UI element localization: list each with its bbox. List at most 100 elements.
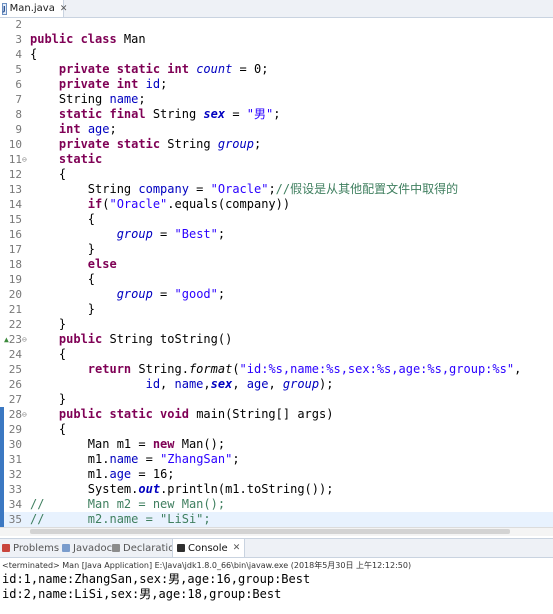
code-line[interactable]: 2 [0,17,553,32]
code-line[interactable]: 18 else [0,257,553,272]
code-text: } [30,392,66,407]
code-token: age [87,122,110,136]
code-line[interactable]: 16 group = "Best"; [0,227,553,242]
code-token: , [268,377,283,391]
tab-console[interactable]: Console ✕ [172,539,246,557]
code-token: ; [217,227,226,241]
code-line[interactable]: 32 m1.age = 16; [0,467,553,482]
code-token: } [30,392,67,406]
editor-tab-man-java[interactable]: J Man.java ✕ [0,0,67,17]
close-console-icon[interactable]: ✕ [233,543,241,553]
code-text: m1.age = 16; [30,467,175,482]
code-token: String [30,182,139,196]
code-token: // m2.name = "LiSi"; [30,512,211,526]
code-token: "Oracle" [109,197,168,211]
code-text: private static String group; [30,137,261,152]
code-line[interactable]: 22 } [0,317,553,332]
line-number: 31 [8,453,22,466]
tab-declaration[interactable]: Declaration [112,539,181,557]
code-line[interactable]: 35 // m2.name = "LiSi"; [0,512,553,527]
code-token: = [225,107,247,121]
tab-javadoc[interactable]: Javadoc [62,539,112,557]
code-token: "good" [174,287,218,301]
code-token: public static void [58,407,197,421]
code-text: } [30,302,95,317]
code-token: company [138,182,189,196]
code-token: name [174,377,204,391]
code-token: ; [273,107,281,121]
line-number: 6 [15,78,22,91]
code-token: Man [123,32,146,46]
code-line[interactable]: 31 m1.name = "ZhangSan"; [0,452,553,467]
tab-problems[interactable]: Problems [2,539,59,557]
code-token: } [30,242,96,256]
code-line[interactable]: 26 id, name,sex, age, group); [0,377,553,392]
code-line[interactable]: 34 // Man m2 = new Man(); [0,497,553,512]
code-token: ; [138,92,146,106]
editor-tab-label: Man.java [9,3,55,14]
code-token: = [188,182,211,196]
console-status: <terminated> Man [Java Application] E:\J… [2,561,412,570]
code-line[interactable]: 27 } [0,392,553,407]
line-number: 33 [8,483,22,496]
code-line[interactable]: 28 ⊖ public static void main(String[] arg… [0,407,553,422]
code-line[interactable]: 19 { [0,272,553,287]
code-line[interactable]: 24 { [0,347,553,362]
close-tab-icon[interactable]: ✕ [60,4,68,14]
code-token: group [116,227,153,241]
line-number: 7 [15,93,22,106]
code-token: { [30,47,38,61]
code-line[interactable]: 4{ [0,47,553,62]
code-line[interactable]: 21 } [0,302,553,317]
console-output[interactable]: id:1,name:ZhangSan,sex:男,age:16,group:Be… [0,572,553,602]
line-number: 3 [15,33,22,46]
code-line[interactable]: 30 Man m1 = new Man(); [0,437,553,452]
code-token: id [145,377,161,391]
code-token: group [282,377,320,391]
line-number: 14 [8,198,22,211]
fold-toggle-icon[interactable]: ⊖ [22,407,27,422]
code-line[interactable]: 17 } [0,242,553,257]
code-text: static final String sex = "男"; [30,107,281,122]
code-line[interactable]: 6 private int id; [0,77,553,92]
code-text: int age; [30,122,117,137]
code-line[interactable]: 7 String name; [0,92,553,107]
code-line[interactable]: 10 private static String group; [0,137,553,152]
code-line[interactable]: 8 static final String sex = "男"; [0,107,553,122]
scrollbar-thumb[interactable] [30,529,510,534]
code-text: if("Oracle".equals(company)) [30,197,290,212]
line-number: 26 [8,378,22,391]
code-line[interactable]: 20 group = "good"; [0,287,553,302]
code-token: String [30,92,110,106]
code-line[interactable]: 14 if("Oracle".equals(company)) [0,197,553,212]
code-line[interactable]: 3 public class Man [0,32,553,47]
line-number: 15 [8,213,22,226]
code-token: out [138,482,161,496]
code-token: { [30,272,96,286]
line-number: 29 [8,423,22,436]
code-token: group [217,137,254,151]
code-line[interactable]: 9 int age; [0,122,553,137]
code-line[interactable]: 29 { [0,422,553,437]
code-line[interactable]: 25 return String.format("id:%s,name:%s,s… [0,362,553,377]
line-number: 23 [8,333,22,346]
line-number: 8 [15,108,22,121]
code-line[interactable]: 12 { [0,167,553,182]
fold-toggle-icon[interactable]: ⊖ [22,152,27,167]
code-line[interactable]: 15 { [0,212,553,227]
code-line[interactable]: 33 System.out.println(m1.toString()); [0,482,553,497]
fold-toggle-icon[interactable]: ⊖ [22,332,27,347]
code-editor[interactable]: 2 3 public class Man 4{5 private static int… [0,17,553,527]
code-line[interactable]: 11 ⊖ static [0,152,553,167]
code-text: private int id; [30,77,167,92]
code-line[interactable]: ▲ 23 ⊖ public String toString() [0,332,553,347]
horizontal-scrollbar[interactable] [0,527,553,536]
code-line[interactable]: 5 private static int count = 0; [0,62,553,77]
code-token: sex [210,377,233,391]
code-text: group = "good"; [30,287,225,302]
code-line[interactable]: 13 String company = "Oracle";//假设是从其他配置文… [0,182,553,197]
